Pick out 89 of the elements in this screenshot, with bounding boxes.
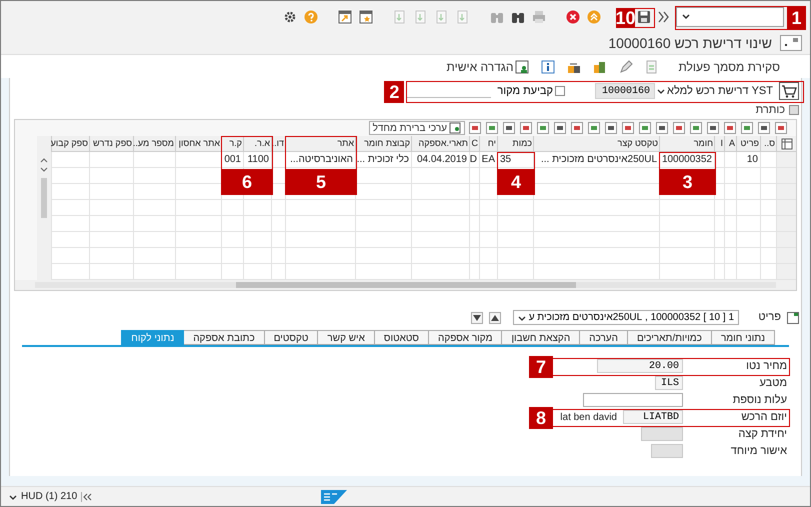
field-label: אישור מיוחד — [730, 444, 787, 458]
user-grid-icon — [449, 122, 461, 134]
page-icon[interactable] — [645, 60, 658, 74]
table-settings-icon[interactable] — [780, 138, 792, 150]
horizontal-scrollbar[interactable] — [35, 282, 776, 288]
menu-icon[interactable] — [780, 35, 802, 51]
help-icon[interactable] — [304, 10, 318, 24]
table-cell: 04.04.2019 — [411, 152, 469, 167]
column-header[interactable]: ס.. — [760, 136, 776, 151]
save-icon[interactable] — [637, 10, 651, 24]
field-description: lat ben david — [560, 410, 617, 424]
tab[interactable]: הקצאת חשבון — [502, 330, 580, 345]
cart-icon — [779, 82, 799, 100]
caret-icon — [657, 87, 666, 95]
callout-badge: 7 — [529, 356, 553, 378]
field-label: יוזם הרכש — [740, 410, 787, 424]
chevron-icon[interactable] — [658, 10, 669, 24]
tab[interactable]: הערכה — [580, 330, 628, 345]
callout-badge: 5 — [285, 169, 357, 195]
input-field[interactable]: ILS — [655, 376, 683, 390]
input-field[interactable] — [641, 427, 683, 441]
down-triangle-icon — [472, 314, 481, 320]
column-header[interactable]: תארי.אספקה — [411, 136, 469, 151]
window-title: שינוי דרישת רכש 10000160 — [608, 34, 772, 52]
callout-badge: 3 — [659, 169, 716, 195]
tab[interactable]: איש קשר — [318, 330, 375, 345]
table-cell: 10 — [736, 152, 760, 167]
tab[interactable]: כמויות/תאריכים — [628, 330, 712, 345]
scroll-down-icon[interactable] — [39, 166, 49, 174]
callout-badge: 4 — [497, 169, 535, 195]
previous-item-button[interactable] — [488, 312, 501, 324]
column-header[interactable]: חומר — [659, 136, 714, 151]
document-type-dropdown[interactable]: YST דרישת רכש למלא — [661, 83, 773, 99]
callout-badge: 8 — [529, 407, 553, 429]
tab[interactable]: כתובת אספקה — [184, 330, 265, 345]
column-header[interactable]: C — [469, 136, 479, 151]
personal-settings-button[interactable]: הגדרה אישית — [446, 58, 530, 76]
item-label: פריט — [757, 310, 781, 326]
column-header[interactable]: I — [714, 136, 724, 151]
input-field[interactable]: LIATBD — [623, 410, 683, 424]
callout-badge: 6 — [221, 169, 273, 195]
tab[interactable]: נתוני חומר — [712, 330, 775, 345]
defaults-button[interactable]: ערכי ברירת מחדל — [368, 121, 465, 135]
logo-icon — [321, 490, 347, 504]
source-checkbox[interactable] — [555, 86, 565, 96]
field-label: מטבע — [758, 376, 787, 390]
column-header[interactable]: ספק נדרש — [89, 136, 133, 151]
callout-badge: 2 — [384, 81, 404, 103]
collapse-icon[interactable] — [82, 492, 92, 500]
command-field[interactable] — [676, 6, 784, 26]
scroll-up-icon[interactable] — [39, 156, 49, 164]
input-field[interactable]: 20.00 — [597, 359, 683, 373]
system-info: HUD (1) 210 — [21, 490, 78, 504]
field-label: מחיר נטו — [745, 359, 787, 373]
tab[interactable]: מקור אספקה — [428, 330, 502, 345]
table-cell: D — [469, 152, 479, 167]
tab[interactable]: טקסטים — [264, 330, 318, 345]
document-overview-button[interactable]: סקירת מסמך פעולת — [678, 58, 780, 76]
item-dropdown[interactable]: 1 [ 10 ] 100000352 , 250ULאינסרטים מזכוכית ע — [512, 310, 739, 325]
settings-icon[interactable] — [283, 10, 297, 24]
tab[interactable]: סטאטוס — [374, 330, 429, 345]
column-header[interactable]: כמות — [497, 136, 533, 151]
caret-icon[interactable] — [9, 492, 17, 500]
field-label: עלות נוספת — [732, 393, 787, 407]
column-header[interactable]: מספר מע.. — [133, 136, 175, 151]
expand-icon[interactable] — [787, 312, 799, 324]
column-header[interactable]: A — [724, 136, 736, 151]
section-label: כותרת — [756, 104, 785, 116]
pen-icon[interactable] — [619, 60, 634, 74]
column-header[interactable]: פריט — [736, 136, 760, 151]
user-grid-icon — [515, 60, 530, 74]
table-cell: 1100 — [243, 152, 271, 167]
next-item-button[interactable] — [470, 312, 483, 324]
column-header[interactable]: יח — [479, 136, 497, 151]
cancel-icon[interactable] — [566, 10, 580, 24]
callout-badge: 10 — [616, 8, 635, 28]
document-number-field[interactable]: 10000160 — [595, 83, 655, 99]
input-field[interactable] — [583, 393, 683, 407]
callout-badge: 1 — [787, 6, 806, 30]
checkbox-label: קביעת מקור — [497, 84, 553, 99]
expand-icon[interactable] — [789, 105, 799, 115]
column-header[interactable]: טקסט קצר — [533, 136, 659, 151]
vertical-scrollbar[interactable] — [37, 136, 51, 280]
caret-icon — [518, 314, 526, 322]
up-triangle-icon — [490, 314, 499, 320]
field-label: יחידת קצה — [737, 427, 787, 441]
caret-icon — [681, 12, 691, 22]
exit-icon[interactable] — [587, 10, 601, 24]
input-field[interactable] — [651, 444, 683, 458]
